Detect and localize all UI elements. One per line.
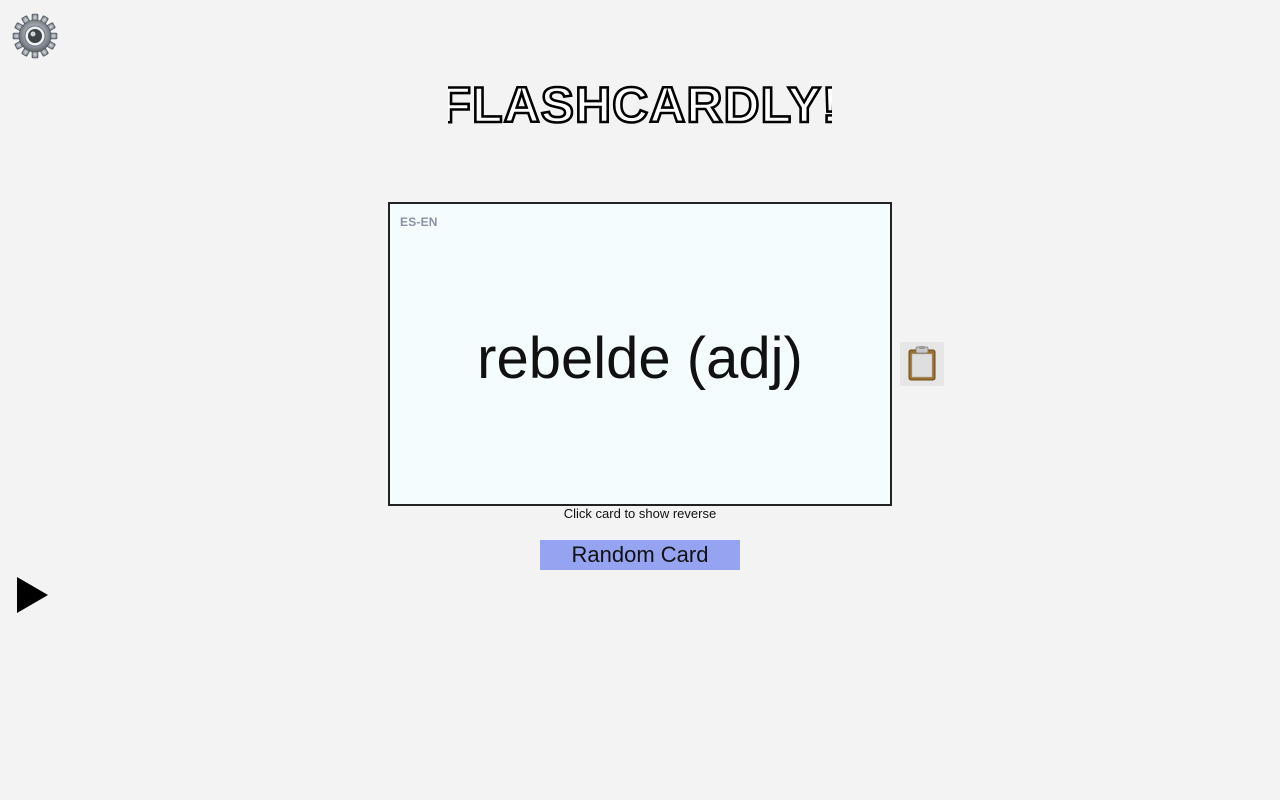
settings-button[interactable] xyxy=(12,13,58,59)
play-button[interactable] xyxy=(16,576,50,614)
copy-to-clipboard-button[interactable] xyxy=(900,342,944,386)
logo-text: FLASHCARDLY! xyxy=(448,77,832,130)
flashcard[interactable]: ES-EN rebelde (adj) xyxy=(388,202,892,506)
random-card-button[interactable]: Random Card xyxy=(540,540,740,570)
gear-icon xyxy=(12,13,58,59)
clipboard-icon xyxy=(908,346,936,381)
flip-hint: Click card to show reverse xyxy=(563,506,717,521)
play-icon xyxy=(17,577,48,613)
app-logo: FLASHCARDLY! xyxy=(448,76,832,130)
language-pair-label: ES-EN xyxy=(400,215,438,229)
card-word: rebelde (adj) xyxy=(477,326,803,391)
app-root: FLASHCARDLY! ES-EN rebelde (adj) Click c… xyxy=(0,0,1280,800)
